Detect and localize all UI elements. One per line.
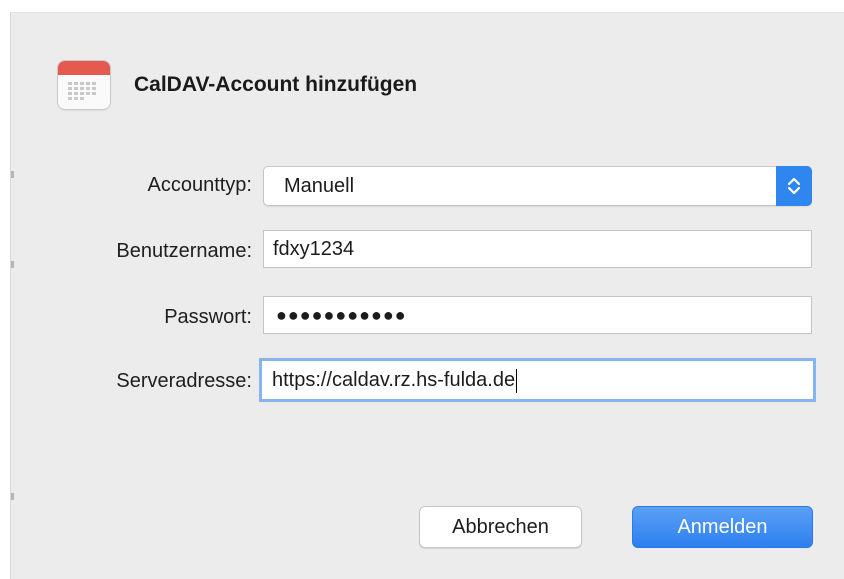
server-label: Serveradresse: — [116, 370, 252, 392]
calendar-icon — [58, 61, 110, 109]
username-field[interactable]: fdxy1234 — [263, 230, 812, 268]
password-label: Passwort: — [164, 306, 252, 328]
password-value: ●●●●●●●●●●● — [276, 305, 407, 325]
window-edge-mark — [11, 261, 14, 268]
account-type-label: Accounttyp: — [147, 174, 252, 196]
dialog-title: CalDAV-Account hinzufügen — [134, 73, 418, 96]
chevron-updown-icon[interactable] — [776, 166, 812, 206]
account-type-value: Manuell — [284, 175, 355, 197]
server-address-value: https://caldav.rz.hs-fulda.de — [272, 369, 516, 391]
window-edge-mark — [11, 171, 14, 178]
username-label: Benutzername: — [116, 240, 252, 262]
window-edge-mark — [11, 493, 14, 500]
password-field[interactable]: ●●●●●●●●●●● — [263, 296, 812, 334]
text-caret — [516, 368, 518, 393]
cancel-button[interactable]: Abbrechen — [419, 506, 582, 548]
sign-in-button[interactable]: Anmelden — [632, 506, 813, 548]
server-address-field[interactable]: https://caldav.rz.hs-fulda.de — [259, 358, 816, 402]
account-type-select[interactable]: Manuell — [263, 166, 812, 206]
username-value: fdxy1234 — [273, 238, 355, 260]
